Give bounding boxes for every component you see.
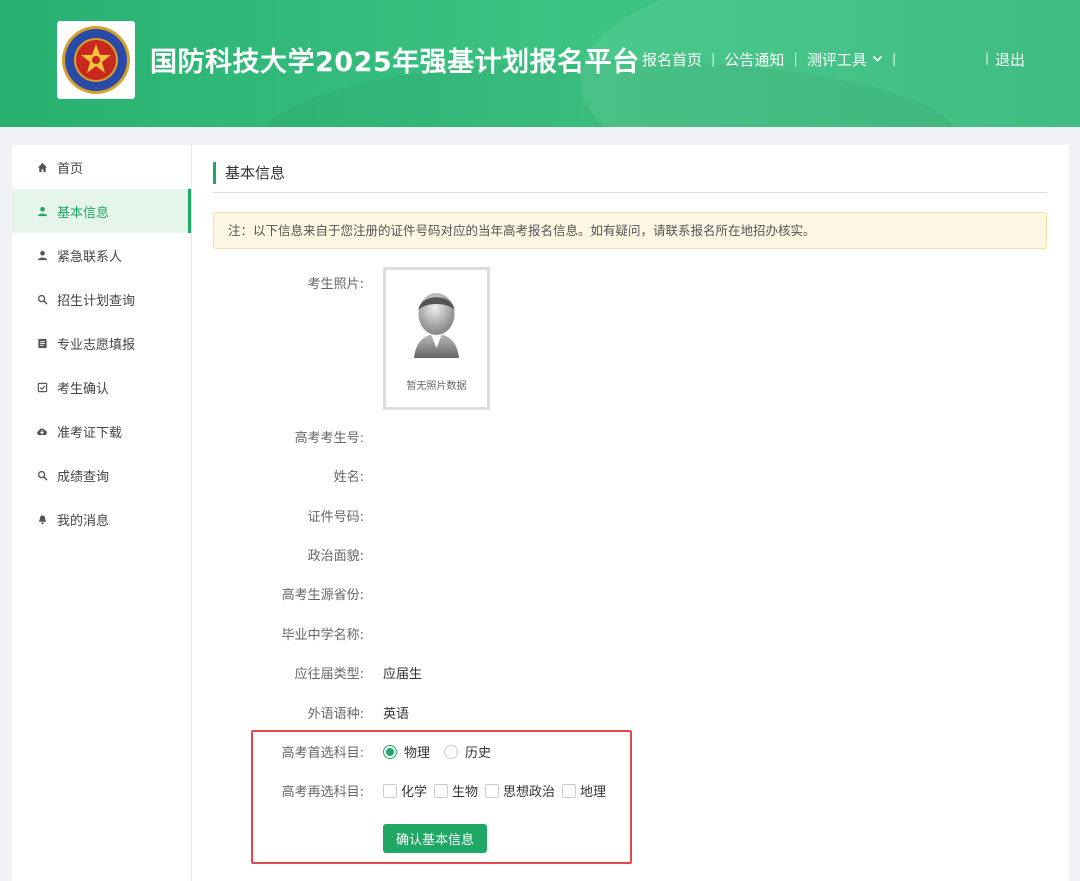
photo-placeholder-text: 暂无照片数据: [406, 381, 467, 392]
nav-separator: |: [711, 51, 716, 67]
field-name: 姓名:: [192, 466, 1069, 486]
field-label: 外语语种:: [307, 707, 364, 722]
top-header: 国防科技大学2025年强基计划报名平台 报名首页 | 公告通知 | 测评工具 |…: [0, 0, 1080, 127]
second-subject-checkbox-group: 化学 生物 思想政治 地理: [383, 781, 613, 800]
checkbox[interactable]: [434, 783, 449, 798]
sidebar-item-admission-ticket[interactable]: 准考证下载: [12, 409, 191, 453]
sidebar-item-label: 考生确认: [57, 381, 110, 397]
field-foreign-language: 外语语种: 英语: [192, 703, 1069, 723]
candidate-photo: 暂无照片数据: [383, 267, 490, 410]
field-label: 证件号码:: [307, 510, 364, 525]
emblem-icon: [62, 26, 130, 94]
document-icon: [36, 337, 48, 349]
field-label: 毕业中学名称:: [281, 628, 364, 643]
sidebar-item-label: 基本信息: [57, 205, 110, 221]
search-icon: [36, 469, 48, 481]
home-icon: [36, 161, 48, 173]
nav-separator: |: [793, 51, 798, 67]
sidebar-item-label: 招生计划查询: [57, 293, 136, 309]
field-label: 高考考生号:: [294, 431, 364, 446]
field-political-status: 政治面貌:: [192, 545, 1069, 565]
radio-button[interactable]: [444, 744, 459, 759]
nav-separator: |: [985, 51, 990, 65]
chevron-down-icon: [872, 55, 882, 62]
cloud-download-icon: [36, 425, 48, 437]
checkbox-option-biology[interactable]: 生物: [434, 781, 478, 800]
field-label: 政治面貌:: [307, 549, 364, 564]
sidebar-item-major-application[interactable]: 专业志愿填报: [12, 321, 191, 365]
checkbox[interactable]: [562, 783, 577, 798]
nav-tools-dropdown[interactable]: 测评工具: [807, 49, 883, 70]
field-label: 高考生源省份:: [281, 588, 364, 603]
nav-tools-label: 测评工具: [806, 50, 867, 69]
checkbox-label: 地理: [580, 785, 607, 800]
checkbox[interactable]: [383, 783, 397, 798]
sidebar-item-enrollment-plan[interactable]: 招生计划查询: [12, 277, 191, 321]
checkbox[interactable]: [485, 783, 500, 798]
field-label: 姓名:: [333, 470, 364, 485]
user-icon: [36, 249, 48, 261]
section-title: 基本信息: [213, 162, 285, 184]
sidebar: 首页 基本信息 紧急联系人 招生计划查询 专业志愿填报 考生确认 准考证下载 成…: [12, 145, 192, 881]
sidebar-item-score-query[interactable]: 成绩查询: [12, 453, 191, 497]
university-logo: [57, 21, 135, 99]
notice-banner: 注：以下信息来自于您注册的证件号码对应的当年高考报名信息。如有疑问，请联系报名所…: [213, 212, 1047, 249]
top-nav: 报名首页 | 公告通知 | 测评工具 |: [642, 49, 905, 69]
bell-icon: [36, 513, 48, 525]
sidebar-item-home[interactable]: 首页: [12, 145, 191, 189]
nav-home-link[interactable]: 报名首页: [642, 49, 702, 70]
sidebar-item-label: 紧急联系人: [57, 249, 123, 265]
first-subject-radio-group: 物理 历史: [383, 742, 505, 761]
field-label: 高考再选科目:: [281, 785, 364, 800]
checkbox-label: 化学: [401, 785, 428, 800]
user-icon: [36, 205, 48, 217]
nav-separator: |: [891, 51, 897, 67]
main-panel: 基本信息 注：以下信息来自于您注册的证件号码对应的当年高考报名信息。如有疑问，请…: [192, 145, 1069, 881]
nav-announcements-link[interactable]: 公告通知: [724, 49, 784, 70]
radio-label: 物理: [404, 746, 431, 761]
sidebar-item-label: 专业志愿填报: [57, 337, 136, 353]
field-value: 应届生: [383, 667, 423, 682]
site-title: 国防科技大学2025年强基计划报名平台: [150, 47, 640, 78]
sidebar-item-messages[interactable]: 我的消息: [12, 497, 191, 541]
logout-link[interactable]: 退出: [995, 49, 1025, 70]
sidebar-item-label: 首页: [57, 161, 84, 177]
field-graduate-type: 应往届类型: 应届生: [192, 663, 1069, 683]
search-icon: [36, 293, 48, 305]
field-province: 高考生源省份:: [192, 584, 1069, 604]
radio-button[interactable]: [383, 744, 397, 759]
checkbox-option-chemistry[interactable]: 化学: [383, 781, 427, 800]
field-first-subject: 高考首选科目: 物理 历史: [192, 742, 1069, 762]
radio-label: 历史: [465, 746, 492, 761]
field-value: 英语: [383, 707, 410, 722]
checkbox-label: 生物: [452, 785, 479, 800]
field-exam-number: 高考考生号:: [192, 427, 1069, 447]
sidebar-item-candidate-confirm[interactable]: 考生确认: [12, 365, 191, 409]
sidebar-item-label: 成绩查询: [57, 469, 110, 485]
sidebar-item-label: 准考证下载: [57, 425, 123, 441]
field-second-subject: 高考再选科目: 化学 生物 思想政治 地理: [192, 781, 1069, 801]
checkbox-option-geography[interactable]: 地理: [562, 781, 606, 800]
radio-option-history[interactable]: 历史: [444, 742, 491, 761]
field-high-school: 毕业中学名称:: [192, 624, 1069, 644]
avatar-placeholder-icon: [414, 293, 459, 358]
sidebar-item-basic-info[interactable]: 基本信息: [12, 189, 191, 233]
checkbox-icon: [36, 381, 48, 393]
sidebar-item-label: 我的消息: [57, 513, 110, 529]
field-label: 高考首选科目:: [281, 746, 364, 761]
photo-label: 考生照片:: [307, 277, 364, 292]
section-divider: [213, 192, 1047, 193]
sidebar-item-emergency-contact[interactable]: 紧急联系人: [12, 233, 191, 277]
checkbox-option-politics[interactable]: 思想政治: [485, 781, 555, 800]
confirm-basic-info-button[interactable]: 确认基本信息: [383, 824, 487, 853]
field-id-number: 证件号码:: [192, 506, 1069, 526]
checkbox-label: 思想政治: [503, 785, 556, 800]
field-label: 应往届类型:: [294, 667, 364, 682]
radio-option-physics[interactable]: 物理: [383, 742, 430, 761]
